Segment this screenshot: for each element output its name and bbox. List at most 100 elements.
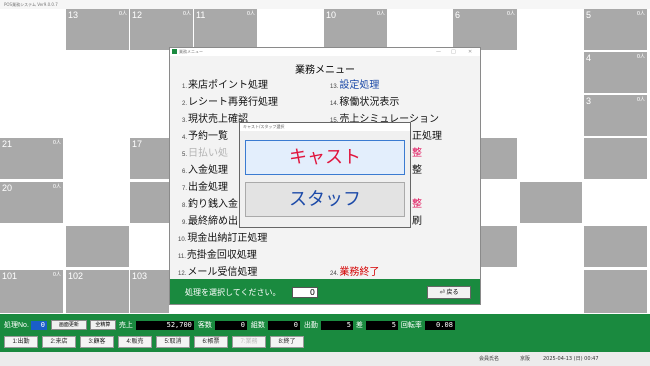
table-tile[interactable] — [520, 182, 582, 223]
table-number: 12 — [132, 10, 143, 20]
table-tile[interactable] — [584, 270, 647, 313]
menu-item[interactable]: 整 — [412, 161, 422, 176]
app-title: POS業務システム Ver9.0.0.7 — [0, 0, 650, 9]
table-tile[interactable]: 17 — [130, 138, 169, 179]
table-number: 3 — [586, 96, 592, 106]
cast-button[interactable]: キャスト — [245, 140, 405, 175]
customers-label: 客数 — [197, 322, 212, 329]
menu-item[interactable]: 刷 — [412, 212, 422, 227]
table-tile[interactable]: 13 0人 — [66, 9, 129, 50]
window-titlebar: 業務メニュー — □ ✕ — [170, 48, 480, 56]
table-count: 0人 — [376, 11, 385, 17]
groups-value: 0 — [267, 320, 300, 330]
table-tile[interactable]: 6 0人 — [453, 9, 517, 50]
table-number: 6 — [455, 10, 461, 20]
menu-item[interactable]: 6.入金処理 — [182, 161, 228, 176]
datetime: 2025-04-13 (日) 00:47 — [543, 356, 599, 362]
table-tile[interactable] — [584, 138, 647, 179]
status-bar: 会員氏名 京阪 2025-04-13 (日) 00:47 — [0, 352, 650, 366]
table-number: 101 — [2, 271, 18, 281]
dialog-title: キャスト/スタッフ選択 — [240, 123, 410, 131]
menu-item[interactable]: 5.日払い処 — [182, 144, 228, 159]
diff-value: 5 — [365, 320, 398, 330]
back-button[interactable]: ⏎ 戻る — [427, 286, 471, 299]
table-tile[interactable]: 101 0人 — [0, 270, 63, 313]
table-tile[interactable]: 103 — [130, 270, 169, 313]
close-icon[interactable]: ✕ — [468, 48, 472, 56]
app-icon — [172, 49, 177, 54]
shori-input[interactable]: 0 — [30, 320, 47, 330]
fkey-customer[interactable]: 3:顧客 — [80, 336, 114, 348]
fkey-attendance[interactable]: 1:出勤 — [4, 336, 38, 348]
table-number: 5 — [586, 10, 592, 20]
table-number: 13 — [68, 10, 79, 20]
table-count: 0人 — [52, 140, 61, 146]
attendance-value: 5 — [320, 320, 353, 330]
menu-item[interactable]: 1.来店ポイント処理 — [182, 76, 268, 91]
main-screen: POS業務システム Ver9.0.0.7 13 0人 12 0人 11 0人 1… — [0, 0, 650, 366]
menu-item[interactable]: 10.現金出納訂正処理 — [178, 229, 267, 244]
table-count: 0人 — [506, 11, 515, 17]
customers-value: 0 — [214, 320, 247, 330]
sales-value: 52,700 — [135, 320, 194, 330]
table-count: 0人 — [246, 11, 255, 17]
attendance-label: 出勤 — [303, 322, 318, 329]
diff-label: 差 — [355, 322, 363, 329]
fkey-cancel[interactable]: 5:取消 — [156, 336, 190, 348]
menu-item-exit[interactable]: 24.業務終了 — [330, 263, 379, 278]
minimize-icon[interactable]: — — [436, 48, 441, 56]
table-tile[interactable]: 10 0人 — [324, 9, 387, 50]
summary-row: 処理No. 0 画面更新 全精算 売上 52,700 客数 0 組数 0 出勤 … — [4, 318, 455, 332]
fkey-visit[interactable]: 2:来店 — [42, 336, 76, 348]
fkey-sales[interactable]: 4:販売 — [118, 336, 152, 348]
table-tile[interactable] — [130, 182, 169, 223]
turnover-value: 0.08 — [424, 320, 455, 330]
selection-input[interactable]: 0 — [292, 287, 318, 298]
menu-item[interactable]: 14.稼働状況表示 — [330, 93, 399, 108]
menu-item[interactable]: 13.設定処理 — [330, 76, 379, 91]
fkey-exit[interactable]: 8:終了 — [270, 336, 304, 348]
table-tile[interactable]: 20 0人 — [0, 182, 63, 223]
table-tile[interactable]: 21 0人 — [0, 138, 63, 179]
menu-item[interactable]: 整 — [412, 144, 422, 159]
table-number: 11 — [196, 10, 206, 20]
menu-item[interactable]: 2.レシート再発行処理 — [182, 93, 278, 108]
menu-item[interactable]: 9.最終締め出 — [182, 212, 238, 227]
groups-label: 組数 — [250, 322, 265, 329]
table-tile[interactable]: 102 — [66, 270, 129, 313]
refresh-button[interactable]: 画面更新 — [50, 320, 87, 330]
fkey-business[interactable]: 7:業務 — [232, 336, 266, 348]
member-name: 会員氏名 — [479, 356, 500, 362]
table-tile[interactable]: 11 0人 — [194, 9, 257, 50]
fkey-report[interactable]: 6:帳票 — [194, 336, 228, 348]
menu-item[interactable]: 整 — [412, 195, 422, 210]
menu-item[interactable]: 11.売掛金回収処理 — [178, 246, 257, 261]
staff-button[interactable]: スタッフ — [245, 182, 405, 217]
sales-label: 売上 — [118, 322, 133, 329]
table-count: 0人 — [636, 54, 645, 60]
menu-item[interactable]: 12.メール受信処理 — [178, 263, 257, 278]
menu-item[interactable]: 8.釣り銭入金 — [182, 195, 238, 210]
maximize-icon[interactable]: □ — [451, 48, 456, 56]
table-tile[interactable]: 3 0人 — [584, 95, 647, 136]
table-count: 0人 — [118, 11, 127, 17]
table-count: 0人 — [636, 97, 645, 103]
table-number: 20 — [2, 183, 13, 193]
menu-item[interactable]: 正処理 — [412, 127, 442, 142]
shori-label: 処理No. — [4, 322, 29, 329]
table-tile[interactable] — [66, 226, 129, 267]
settle-all-button[interactable]: 全精算 — [89, 320, 116, 330]
menu-item[interactable]: 4.予約一覧 — [182, 127, 228, 142]
table-number: 102 — [68, 271, 84, 281]
menu-item[interactable]: 7.出金処理 — [182, 178, 228, 193]
table-number: 10 — [326, 10, 337, 20]
store-name: 京阪 — [520, 356, 531, 362]
table-tile[interactable]: 4 0人 — [584, 52, 647, 93]
table-tile[interactable]: 12 0人 — [130, 9, 193, 50]
table-count: 0人 — [52, 272, 61, 278]
prompt-bar: 処理を選択してください。 0 ⏎ 戻る — [170, 279, 480, 304]
table-count: 0人 — [182, 11, 191, 17]
table-tile[interactable] — [584, 226, 647, 267]
table-tile[interactable]: 5 0人 — [584, 9, 647, 50]
prompt-label: 処理を選択してください。 — [185, 288, 281, 297]
